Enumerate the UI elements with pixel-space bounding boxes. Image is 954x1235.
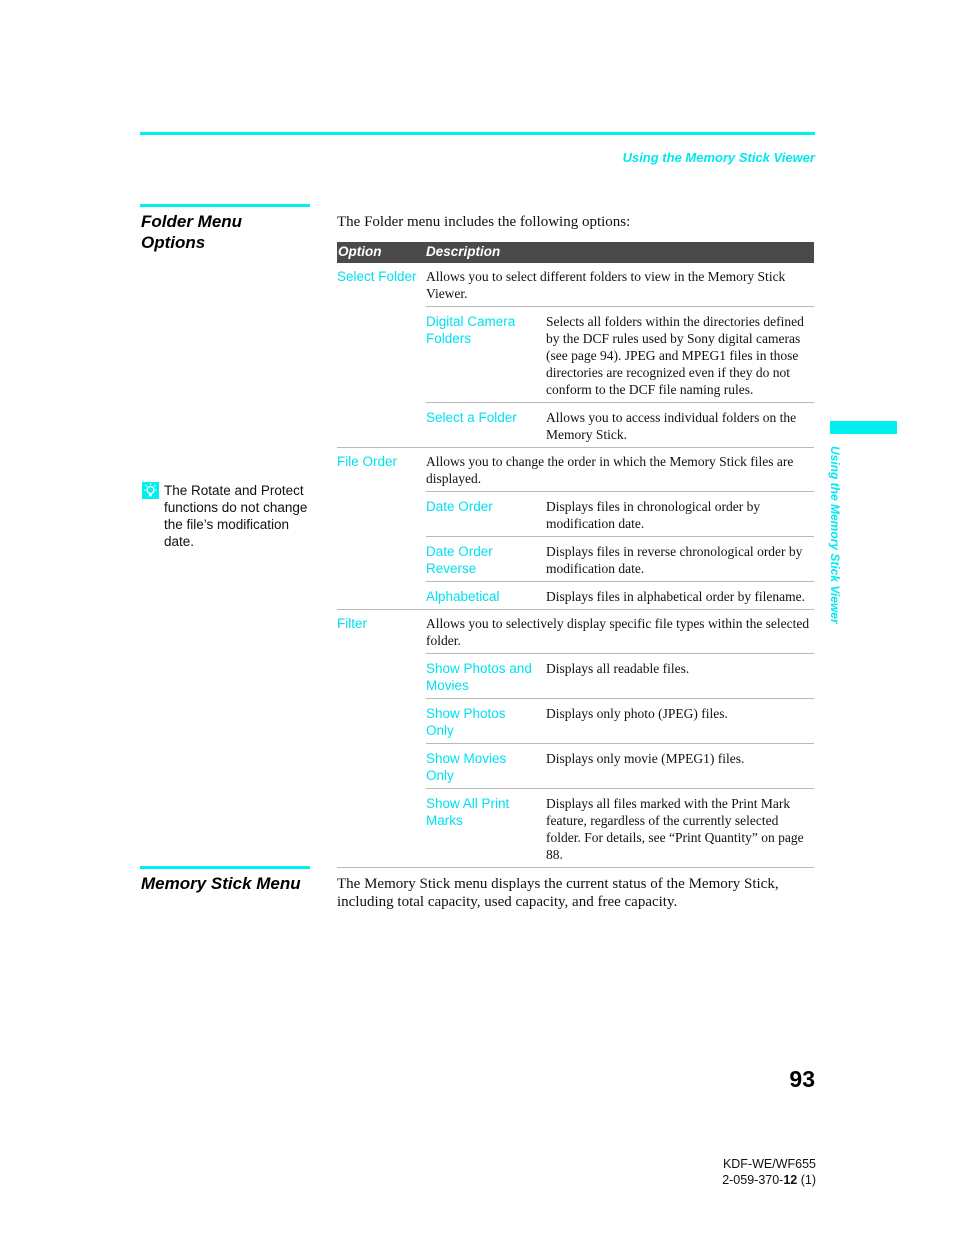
sub-option-description: Displays all files marked with the Print…: [546, 796, 804, 862]
sub-option-label[interactable]: Alphabetical: [426, 588, 546, 605]
sub-option-label[interactable]: Digital Camera Folders: [426, 313, 526, 398]
section-rule-folder-menu: [140, 204, 310, 207]
sub-option-description: Displays files in chronological order by…: [546, 499, 761, 531]
footer-doc-info: KDF-WE/WF655 2-059-370-12 (1): [722, 1156, 816, 1188]
option-description: Allows you to selectively display specif…: [426, 616, 810, 648]
sub-option-label[interactable]: Show Movies Only: [426, 750, 516, 784]
page-number: 93: [789, 1066, 815, 1092]
manual-page: Using the Memory Stick Viewer Folder Men…: [0, 0, 954, 1235]
sub-option-description: Allows you to access individual folders …: [546, 410, 797, 442]
folder-menu-intro: The Folder menu includes the following o…: [337, 214, 631, 230]
sub-option-label[interactable]: Date Order Reverse: [426, 543, 516, 577]
tip-note: The Rotate and Protect functions do not …: [142, 482, 317, 550]
sub-option-row: Show All Print Marks Displays all files …: [426, 788, 814, 867]
header-option: Option: [338, 244, 382, 259]
sub-option-row: Select a Folder Allows you to access ind…: [426, 402, 814, 447]
sub-option-label[interactable]: Select a Folder: [426, 409, 546, 443]
table-bottom-rule: [337, 867, 814, 868]
option-group-filter: Filter Allows you to selectively display…: [337, 609, 814, 867]
sub-option-description: Displays files in reverse chronological …: [546, 544, 803, 576]
option-label[interactable]: Filter: [337, 615, 426, 653]
sub-option-label[interactable]: Date Order: [426, 498, 546, 532]
section-title-line1: Folder Menu: [141, 212, 243, 231]
option-description: Allows you to change the order in which …: [426, 454, 794, 486]
sub-option-description: Displays files in alphabetical order by …: [546, 589, 806, 604]
section-title-memory-stick-menu: Memory Stick Menu: [141, 874, 301, 893]
doc-code-suffix: (1): [797, 1173, 816, 1187]
sub-option-label[interactable]: Show Photos Only: [426, 705, 516, 739]
model-number: KDF-WE/WF655: [722, 1157, 816, 1171]
sub-option-description: Displays all readable files.: [546, 661, 690, 676]
table-header: Option Description: [337, 242, 814, 263]
sub-option-description: Selects all folders within the directori…: [546, 314, 804, 397]
header-description: Description: [426, 244, 501, 259]
doc-code: 2-059-370-12 (1): [722, 1172, 816, 1188]
top-rule: [140, 132, 815, 135]
chapter-side-tab: [830, 421, 897, 434]
sub-option-row: Show Photos Only Displays only photo (JP…: [426, 698, 814, 743]
sub-option-row: Show Movies Only Displays only movie (MP…: [426, 743, 814, 788]
running-head: Using the Memory Stick Viewer: [622, 150, 815, 165]
option-group-select-folder: Select Folder Allows you to select diffe…: [337, 263, 814, 447]
lightbulb-icon-glyph: [144, 483, 157, 497]
option-description: Allows you to select different folders t…: [426, 269, 786, 301]
sub-option-row: Date Order Reverse Displays files in rev…: [426, 536, 814, 581]
memory-stick-menu-body: The Memory Stick menu displays the curre…: [337, 876, 779, 910]
section-rule-memory-stick-menu: [140, 866, 310, 869]
doc-code-bold: 12: [783, 1173, 798, 1187]
section-title-folder-menu: Folder Menu Options: [141, 211, 242, 253]
option-label[interactable]: File Order: [337, 453, 426, 491]
sub-option-description: Displays only movie (MPEG1) files.: [546, 751, 745, 766]
sub-option-label[interactable]: Show All Print Marks: [426, 795, 526, 863]
chapter-side-label-text: Using the Memory Stick Viewer: [828, 446, 842, 624]
doc-code-prefix: 2-059-370-: [722, 1173, 784, 1187]
sub-option-row: Show Photos and Movies Displays all read…: [426, 653, 814, 698]
option-label[interactable]: Select Folder: [337, 268, 417, 306]
sub-option-row: Digital Camera Folders Selects all folde…: [426, 306, 814, 402]
chapter-side-label: Using the Memory Stick Viewer: [826, 446, 846, 646]
folder-options-table: Option Description Select Folder Allows …: [337, 242, 814, 868]
sub-option-label[interactable]: Show Photos and Movies: [426, 660, 546, 694]
tip-text: The Rotate and Protect functions do not …: [164, 483, 308, 549]
sub-option-row: Alphabetical Displays files in alphabeti…: [426, 581, 814, 609]
sub-option-row: Date Order Displays files in chronologic…: [426, 491, 814, 536]
option-group-file-order: File Order Allows you to change the orde…: [337, 447, 814, 609]
lightbulb-icon: [142, 482, 159, 499]
section-title-line2: Options: [141, 233, 206, 252]
sub-option-description: Displays only photo (JPEG) files.: [546, 706, 728, 721]
